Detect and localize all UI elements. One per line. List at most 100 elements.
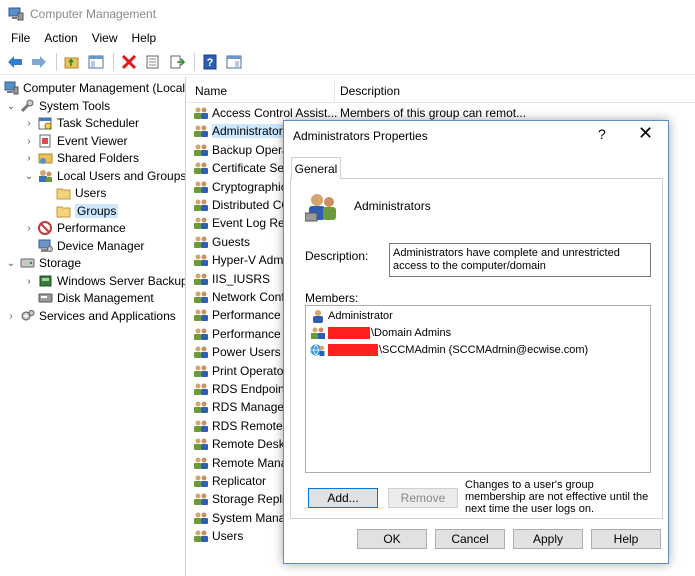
chevron-right-icon[interactable]: › xyxy=(24,276,34,287)
apply-button[interactable]: Apply xyxy=(513,529,583,549)
menu-bar: File Action View Help xyxy=(0,28,695,48)
menu-file[interactable]: File xyxy=(4,31,37,45)
chevron-right-icon[interactable]: › xyxy=(24,136,34,147)
show-action-pane-icon[interactable] xyxy=(223,51,245,73)
tab-general[interactable]: General xyxy=(291,157,341,179)
storage-icon xyxy=(20,256,35,270)
delete-icon[interactable] xyxy=(118,51,140,73)
table-row[interactable]: Users xyxy=(193,527,243,545)
group-name-cell: RDS Managem xyxy=(212,400,295,415)
general-tab-panel: Administrators Description: Administrato… xyxy=(290,178,663,519)
chevron-down-icon[interactable]: ⌄ xyxy=(6,258,16,269)
table-row[interactable]: Performance L xyxy=(193,306,291,324)
table-row[interactable]: System Manag xyxy=(193,509,292,527)
tree-node-system-tools[interactable]: ⌄ System Tools xyxy=(6,97,110,115)
tree-node-windows-server-backup[interactable]: › Windows Server Backup xyxy=(24,272,185,290)
tree-node-users[interactable]: Users xyxy=(56,184,106,202)
group-icon xyxy=(193,180,209,194)
disk-management-icon xyxy=(38,291,53,305)
group-icon xyxy=(193,437,209,451)
table-row[interactable]: Power Users xyxy=(193,343,281,361)
member-item-domain-admins[interactable]: \Domain Admins xyxy=(310,325,451,341)
chevron-right-icon[interactable]: › xyxy=(24,153,34,164)
group-icon xyxy=(193,345,209,359)
table-row[interactable]: Backup Operat xyxy=(193,141,292,159)
column-header-name[interactable]: Name xyxy=(195,84,227,98)
system-tools-icon xyxy=(20,99,35,113)
table-row[interactable]: Distributed CO xyxy=(193,196,291,214)
tree-node-computer-management[interactable]: Computer Management (Local xyxy=(4,79,185,97)
chevron-right-icon[interactable]: › xyxy=(24,118,34,129)
group-icon xyxy=(193,106,209,120)
column-header-description[interactable]: Description xyxy=(340,84,400,98)
table-row[interactable]: RDS Remote A xyxy=(193,417,293,435)
tree-node-performance[interactable]: › Performance xyxy=(24,219,126,237)
add-button[interactable]: Add... xyxy=(308,488,378,508)
member-item-sccmadmin[interactable]: \SCCMAdmin (SCCMAdmin@ecwise.com) xyxy=(310,342,588,358)
back-arrow-icon[interactable] xyxy=(4,51,26,73)
menu-view[interactable]: View xyxy=(85,31,125,45)
tree-node-event-viewer[interactable]: › Event Viewer xyxy=(24,132,127,150)
membership-change-note: Changes to a user's group membership are… xyxy=(465,479,649,515)
chevron-right-icon[interactable]: › xyxy=(24,223,34,234)
export-icon[interactable] xyxy=(166,51,188,73)
help-question-button[interactable]: ? xyxy=(598,126,606,142)
members-list[interactable]: Administrator \Domain Admins \SCCMAdmin … xyxy=(305,305,651,473)
help-button[interactable]: Help xyxy=(591,529,661,549)
table-row[interactable]: Remote Mana xyxy=(193,454,287,472)
group-icon xyxy=(193,124,209,138)
tree-node-services-and-applications[interactable]: › Services and Applications xyxy=(6,307,175,325)
help-icon[interactable]: ? xyxy=(199,51,221,73)
table-row[interactable]: IIS_IUSRS xyxy=(193,270,270,288)
redacted-domain xyxy=(328,327,370,339)
tree-node-groups[interactable]: Groups xyxy=(56,202,119,220)
remove-button[interactable]: Remove xyxy=(388,488,458,508)
forward-arrow-icon[interactable] xyxy=(28,51,50,73)
table-row[interactable]: Performance M xyxy=(193,325,294,343)
group-name-cell: Hyper-V Admi xyxy=(212,253,287,268)
tree-node-storage[interactable]: ⌄ Storage xyxy=(6,254,81,272)
table-row[interactable]: Storage Replic xyxy=(193,490,291,508)
table-row[interactable]: Print Operator xyxy=(193,362,287,380)
chevron-down-icon[interactable]: ⌄ xyxy=(24,171,34,182)
table-row[interactable]: Replicator xyxy=(193,472,266,490)
close-icon[interactable]: ✕ xyxy=(638,123,653,144)
table-row[interactable]: Network Conf xyxy=(193,288,285,306)
table-row[interactable]: Certificate Serv xyxy=(193,159,294,177)
table-row[interactable]: Remote Deskto xyxy=(193,435,295,453)
group-icon xyxy=(193,400,209,414)
group-icon xyxy=(193,456,209,470)
toolbar-separator xyxy=(194,52,195,71)
title-bar: Computer Management xyxy=(0,0,695,28)
description-field[interactable]: Administrators have complete and unrestr… xyxy=(389,243,651,277)
table-row[interactable]: Administrators xyxy=(193,122,289,140)
properties-icon[interactable] xyxy=(142,51,164,73)
computer-management-icon xyxy=(8,7,24,21)
chevron-down-icon[interactable]: ⌄ xyxy=(6,101,16,112)
menu-help[interactable]: Help xyxy=(125,31,164,45)
table-row[interactable]: Guests xyxy=(193,233,250,251)
table-row[interactable]: Cryptographic xyxy=(193,178,287,196)
group-icon xyxy=(310,326,326,340)
tree-node-local-users-and-groups[interactable]: ⌄ Local Users and Groups xyxy=(24,167,185,185)
group-name-cell: Access Control Assist... xyxy=(212,106,338,120)
column-divider[interactable] xyxy=(334,81,335,103)
table-row[interactable]: Event Log Rea xyxy=(193,214,291,232)
group-icon xyxy=(193,235,209,249)
cancel-button[interactable]: Cancel xyxy=(435,529,505,549)
tree-node-task-scheduler[interactable]: › Task Scheduler xyxy=(24,114,139,132)
member-item-administrator[interactable]: Administrator xyxy=(310,308,393,324)
chevron-right-icon[interactable]: › xyxy=(6,311,16,322)
table-row[interactable]: Hyper-V Admi xyxy=(193,251,286,269)
console-tree: Computer Management (Local ⌄ System Tool… xyxy=(0,77,186,576)
table-row[interactable]: RDS Managem xyxy=(193,398,294,416)
tree-node-device-manager[interactable]: Device Manager xyxy=(38,237,144,255)
ok-button[interactable]: OK xyxy=(357,529,427,549)
group-name-cell: Backup Operat xyxy=(212,142,293,157)
tree-node-disk-management[interactable]: Disk Management xyxy=(38,289,154,307)
up-folder-icon[interactable] xyxy=(61,51,83,73)
table-row[interactable]: RDS Endpoint xyxy=(193,380,288,398)
menu-action[interactable]: Action xyxy=(37,31,84,45)
show-hide-tree-icon[interactable] xyxy=(85,51,107,73)
tree-node-shared-folders[interactable]: › Shared Folders xyxy=(24,149,139,167)
